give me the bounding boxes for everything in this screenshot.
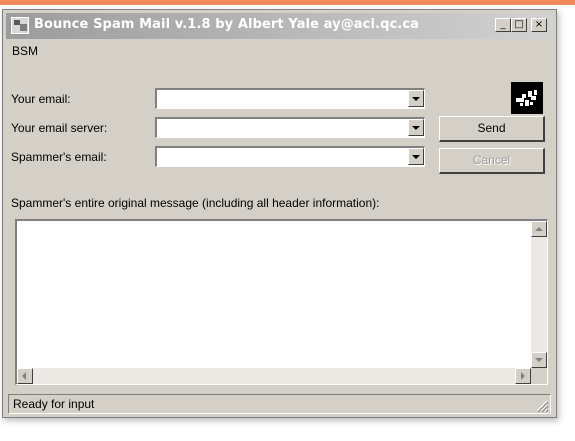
logo-icon bbox=[511, 82, 543, 114]
your-email-server-combo[interactable] bbox=[155, 117, 425, 138]
menu-bar: BSM bbox=[6, 41, 553, 61]
scroll-left-icon[interactable] bbox=[17, 368, 33, 384]
minimize-button[interactable]: _ bbox=[495, 18, 511, 32]
your-email-server-label: Your email server: bbox=[11, 121, 108, 135]
status-text: Ready for input bbox=[13, 397, 95, 411]
message-label: Spammer's entire original message (inclu… bbox=[11, 196, 380, 210]
menu-item-bsm[interactable]: BSM bbox=[12, 44, 38, 58]
scroll-up-icon[interactable] bbox=[531, 221, 547, 237]
scroll-corner bbox=[531, 368, 547, 384]
spammers-email-label: Spammer's email: bbox=[11, 150, 107, 164]
cancel-button[interactable]: Cancel bbox=[439, 148, 545, 174]
scroll-down-icon[interactable] bbox=[531, 352, 547, 368]
your-email-label: Your email: bbox=[11, 92, 71, 106]
horizontal-scrollbar[interactable] bbox=[17, 368, 531, 384]
close-button[interactable]: × bbox=[531, 18, 547, 32]
spammers-email-combo[interactable] bbox=[155, 146, 425, 167]
app-icon[interactable] bbox=[11, 17, 29, 34]
your-email-combo[interactable] bbox=[155, 88, 425, 109]
scroll-right-icon[interactable] bbox=[515, 368, 531, 384]
message-textarea[interactable] bbox=[15, 219, 548, 385]
title-bar[interactable]: Bounce Spam Mail v.1.8 by Albert Yale ay… bbox=[6, 13, 553, 39]
vertical-scrollbar[interactable] bbox=[531, 221, 547, 368]
top-accent-bar bbox=[0, 0, 575, 5]
window-title: Bounce Spam Mail v.1.8 by Albert Yale ay… bbox=[34, 17, 420, 32]
status-bar: Ready for input bbox=[8, 394, 551, 414]
dropdown-arrow-icon[interactable] bbox=[408, 119, 424, 136]
dropdown-arrow-icon[interactable] bbox=[408, 148, 424, 165]
maximize-button[interactable]: □ bbox=[511, 18, 527, 32]
size-grip-icon[interactable] bbox=[536, 400, 548, 412]
dropdown-arrow-icon[interactable] bbox=[408, 90, 424, 107]
main-window: Bounce Spam Mail v.1.8 by Albert Yale ay… bbox=[2, 9, 557, 418]
send-button[interactable]: Send bbox=[439, 116, 545, 142]
